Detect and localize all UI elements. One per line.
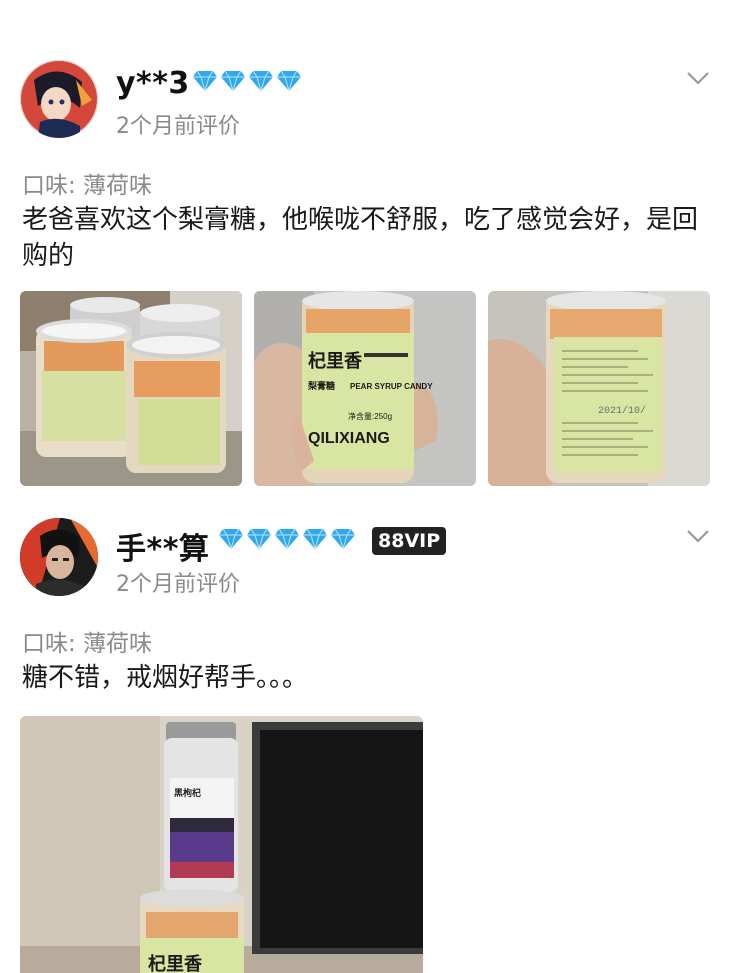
review-time: 2个月前评价 [116,572,240,597]
flavor-label: 口味: 薄荷味 [22,631,153,657]
jar-brand: 杞里香 [148,953,203,973]
username: 手**算 [116,532,210,567]
review-photo[interactable]: 黑枸杞 杞里香 [20,716,423,973]
review-text: 糖不错，戒烟好帮手。。。 [22,663,309,693]
diamond-icon [275,528,299,550]
character-avatar-icon [20,518,98,596]
candy-jars-monitor-photo-icon: 黑枸杞 杞里香 [20,716,423,973]
vip-badge: 88VIP [372,527,447,555]
chevron-down-icon[interactable] [686,528,710,544]
diamond-icon [219,528,243,550]
level-diamonds [218,528,356,550]
diamond-icon [331,528,355,550]
review-card: 手**算 88VIP 2个月前评价 口味: 薄荷味 糖不错，戒烟好帮手。。。 黑… [0,0,730,973]
diamond-icon [247,528,271,550]
jar-top-label: 黑枸杞 [174,787,201,798]
avatar[interactable] [20,518,98,596]
diamond-icon [303,528,327,550]
